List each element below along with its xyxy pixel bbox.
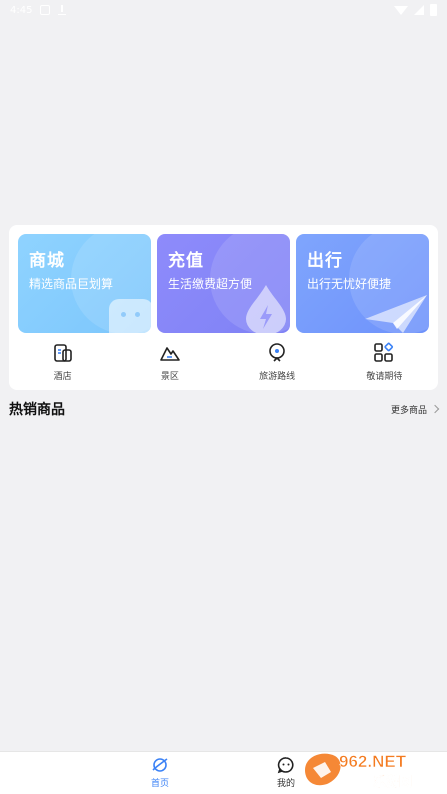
travel-banner-title: 出行 [307,251,343,271]
mall-banner-subtitle: 精选商品巨划算 [29,277,114,291]
topup-banner[interactable]: 充值 生活缴费超方便 [157,234,290,333]
planet-icon [152,758,168,772]
mall-banner-title: 商城 [29,251,65,271]
hotel-icon [53,344,72,362]
paper-plane-icon [365,295,427,333]
lightning-drop-icon [246,285,286,333]
wifi-icon [394,5,408,15]
svg-text:962.NET: 962.NET [339,752,407,771]
status-right [394,4,437,16]
more-products-link[interactable]: 更多商品 [390,403,440,416]
topup-banner-subtitle: 生活缴费超方便 [168,277,253,291]
tab-mine[interactable]: 我的 [266,756,306,789]
hot-products-header: 热销商品 更多商品 [9,398,440,420]
svg-text:乐游网: 乐游网 [373,774,412,790]
tab-home[interactable]: 首页 [140,756,180,789]
chat-face-icon [277,757,294,774]
nav-label-route: 旅游路线 [259,372,296,382]
nav-label-scenic: 景区 [160,372,179,382]
scenic-icon [160,347,180,361]
quick-nav: 酒店 景区 旅游路线 敬请期待 [9,341,438,385]
more-products-label: 更多商品 [390,405,427,416]
nav-label-hotel: 酒店 [53,372,72,382]
nav-item-scenic[interactable]: 景区 [116,341,223,385]
section-title: 热销商品 [9,402,65,418]
mall-banner[interactable]: 商城 精选商品巨划算 [18,234,151,333]
battery-icon [430,4,437,16]
nav-label-coming-soon: 敬请期待 [366,372,403,382]
travel-banner[interactable]: 出行 出行无忧好便捷 [296,234,429,333]
site-watermark-logo: 962.NET 乐游网 [305,752,412,790]
tab-home-label: 首页 [150,779,169,789]
chevron-right-icon [430,404,440,414]
feature-card: 商城 精选商品巨划算 充值 生活缴费超方便 出行 出行无忧好便捷 酒店 景区 旅… [9,225,438,390]
route-icon [269,343,285,362]
nav-item-route[interactable]: 旅游路线 [224,341,331,385]
notification-icon [40,5,51,15]
status-time: 4:45 [10,4,33,16]
nav-item-coming-soon[interactable]: 敬请期待 [331,341,438,385]
topup-banner-title: 充值 [168,251,204,271]
tab-mine-label: 我的 [276,779,295,789]
status-bar: 4:45 [0,0,447,20]
grid-icon [374,342,394,362]
smile-face-icon [109,299,151,333]
nav-item-hotel[interactable]: 酒店 [9,341,116,385]
download-icon [58,5,67,15]
signal-icon [414,5,424,15]
status-left: 4:45 [10,4,67,16]
